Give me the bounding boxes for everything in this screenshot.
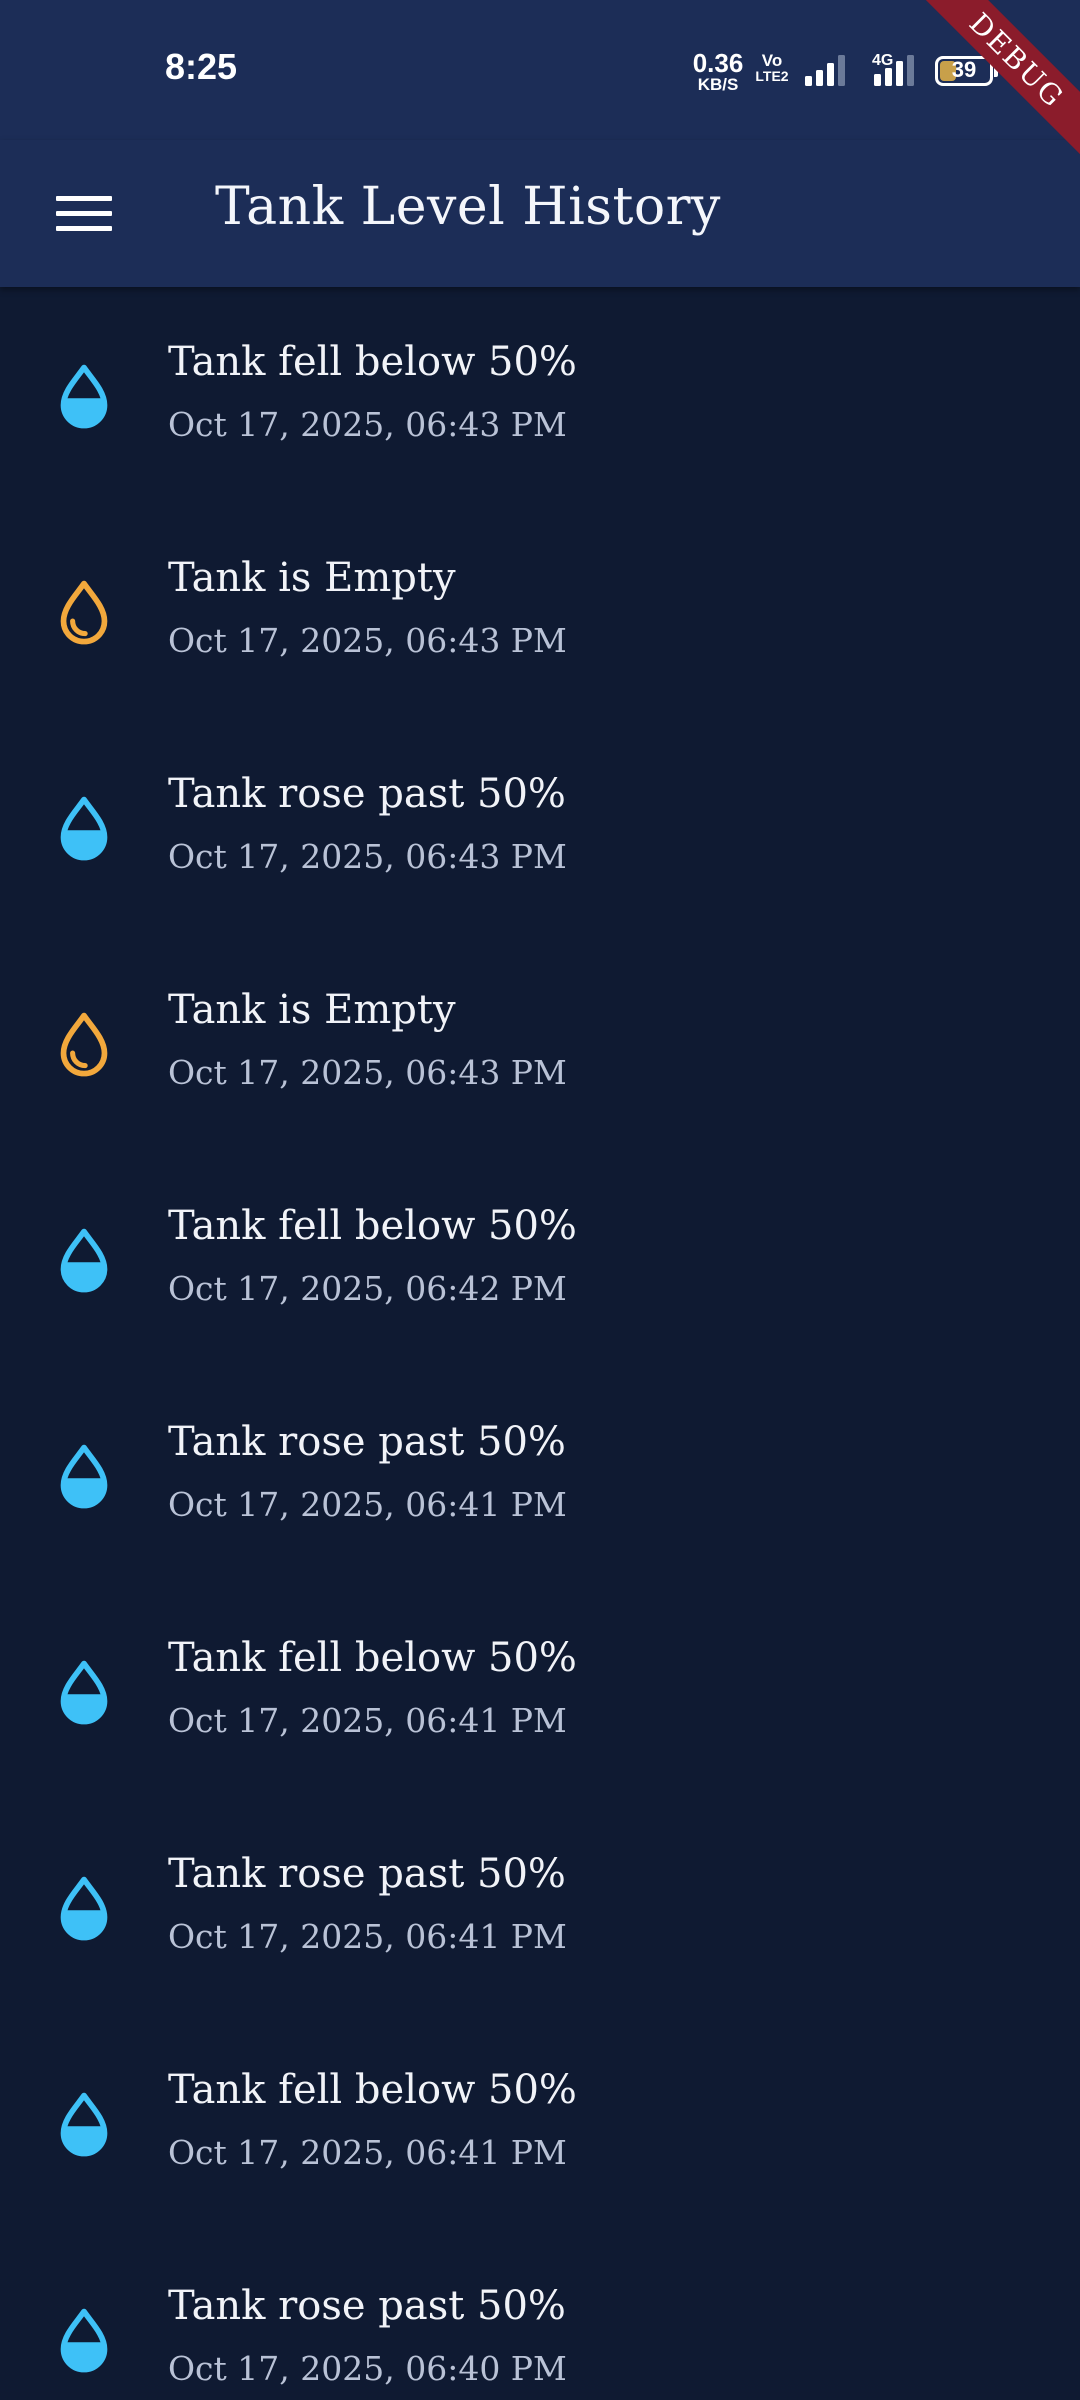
history-item-timestamp: Oct 17, 2025, 06:41 PM	[168, 1485, 567, 1524]
history-item-title: Tank rose past 50%	[168, 1851, 566, 1897]
history-item-timestamp: Oct 17, 2025, 06:43 PM	[168, 1053, 567, 1092]
history-list-item[interactable]: Tank rose past 50% Oct 17, 2025, 06:43 P…	[0, 719, 1080, 935]
network-speed-indicator: 0.36 KB/S	[690, 50, 746, 93]
history-item-title: Tank rose past 50%	[168, 2283, 566, 2329]
water-drop-half-icon	[60, 1660, 108, 1725]
history-list-item[interactable]: Tank fell below 50% Oct 17, 2025, 06:41 …	[0, 2015, 1080, 2231]
status-time: 8:25	[165, 46, 238, 87]
water-drop-empty-icon	[60, 1012, 108, 1077]
history-item-title: Tank fell below 50%	[168, 2067, 577, 2113]
app-bar: Tank Level History	[0, 140, 1080, 287]
water-drop-half-icon	[60, 364, 108, 429]
history-item-timestamp: Oct 17, 2025, 06:43 PM	[168, 405, 567, 444]
history-item-timestamp: Oct 17, 2025, 06:43 PM	[168, 837, 567, 876]
history-item-title: Tank is Empty	[168, 987, 456, 1033]
history-list[interactable]: Tank fell below 50% Oct 17, 2025, 06:43 …	[0, 287, 1080, 2400]
menu-icon	[56, 196, 112, 231]
network-speed-value: 0.36	[692, 48, 744, 78]
volte-label: Vo	[761, 51, 783, 70]
page-title: Tank Level History	[215, 177, 721, 237]
water-drop-half-icon	[60, 2092, 108, 2157]
water-drop-half-icon	[60, 1444, 108, 1509]
signal-strength-sim1-icon	[805, 55, 845, 86]
history-item-title: Tank fell below 50%	[168, 1203, 577, 1249]
history-item-timestamp: Oct 17, 2025, 06:41 PM	[168, 2133, 567, 2172]
network-speed-unit: KB/S	[697, 75, 739, 94]
water-drop-half-icon	[60, 1876, 108, 1941]
history-list-item[interactable]: Tank is Empty Oct 17, 2025, 06:43 PM	[0, 935, 1080, 1151]
history-item-timestamp: Oct 17, 2025, 06:40 PM	[168, 2349, 567, 2388]
water-drop-half-icon	[60, 2308, 108, 2373]
history-item-title: Tank rose past 50%	[168, 771, 566, 817]
history-list-item[interactable]: Tank rose past 50% Oct 17, 2025, 06:40 P…	[0, 2231, 1080, 2400]
history-item-title: Tank is Empty	[168, 555, 456, 601]
battery-percent: 39	[951, 57, 977, 82]
menu-button[interactable]	[40, 170, 128, 258]
history-list-item[interactable]: Tank fell below 50% Oct 17, 2025, 06:42 …	[0, 1151, 1080, 1367]
history-item-title: Tank rose past 50%	[168, 1419, 566, 1465]
history-list-item[interactable]: Tank fell below 50% Oct 17, 2025, 06:41 …	[0, 1583, 1080, 1799]
history-list-item[interactable]: Tank is Empty Oct 17, 2025, 06:43 PM	[0, 503, 1080, 719]
history-list-item[interactable]: Tank fell below 50% Oct 17, 2025, 06:43 …	[0, 287, 1080, 503]
history-item-timestamp: Oct 17, 2025, 06:41 PM	[168, 1917, 567, 1956]
history-item-timestamp: Oct 17, 2025, 06:41 PM	[168, 1701, 567, 1740]
water-drop-half-icon	[60, 1228, 108, 1293]
signal-strength-sim2-icon	[874, 55, 914, 86]
history-item-timestamp: Oct 17, 2025, 06:43 PM	[168, 621, 567, 660]
status-bar: 8:25 0.36 KB/S Vo LTE2 4G 39	[0, 0, 1080, 140]
history-item-timestamp: Oct 17, 2025, 06:42 PM	[168, 1269, 567, 1308]
water-drop-half-icon	[60, 796, 108, 861]
volte-sim-label: LTE2	[755, 68, 789, 84]
history-item-title: Tank fell below 50%	[168, 339, 577, 385]
history-list-item[interactable]: Tank rose past 50% Oct 17, 2025, 06:41 P…	[0, 1367, 1080, 1583]
water-drop-empty-icon	[60, 580, 108, 645]
volte-indicator: Vo LTE2	[752, 52, 792, 83]
history-item-title: Tank fell below 50%	[168, 1635, 577, 1681]
history-list-item[interactable]: Tank rose past 50% Oct 17, 2025, 06:41 P…	[0, 1799, 1080, 2015]
battery-icon: 39	[935, 56, 998, 86]
